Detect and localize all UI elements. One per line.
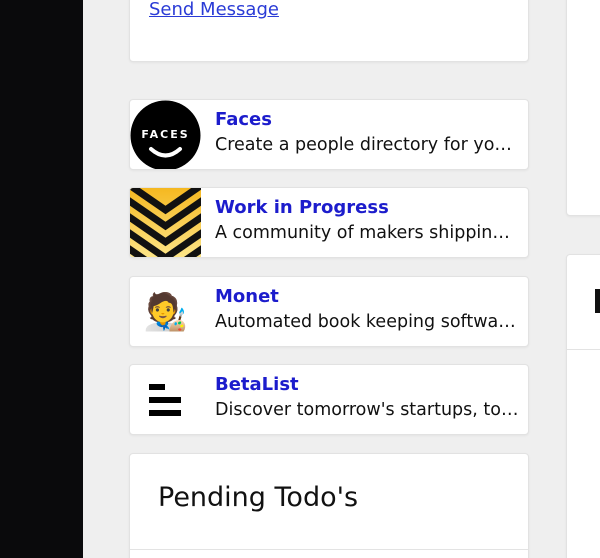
todo-title: Pending Todo's bbox=[158, 482, 359, 513]
product-card-betalist[interactable]: BetaList Discover tomorrow's startups, t… bbox=[129, 364, 529, 435]
faces-logo-text: FACES bbox=[141, 128, 189, 141]
product-card-work-in-progress[interactable]: Work in Progress A community of makers s… bbox=[129, 187, 529, 258]
right-column-card bbox=[566, 254, 600, 558]
artist-emoji-logo: 🧑‍🎨 bbox=[130, 277, 201, 346]
product-card-monet[interactable]: 🧑‍🎨 Monet Automated book keeping softwar… bbox=[129, 276, 529, 347]
product-name[interactable]: Monet bbox=[215, 286, 279, 307]
product-description: Discover tomorrow's startups, today bbox=[215, 400, 520, 420]
send-message-link[interactable]: Send Message bbox=[149, 0, 279, 20]
product-name[interactable]: Work in Progress bbox=[215, 197, 389, 218]
divider bbox=[130, 549, 528, 550]
message-card: Send Message bbox=[129, 0, 529, 62]
product-description: Automated book keeping software for free… bbox=[215, 312, 520, 332]
left-sidebar bbox=[0, 0, 83, 558]
faces-logo: FACES bbox=[130, 100, 201, 169]
betalist-bars-logo bbox=[130, 365, 201, 434]
product-card-faces[interactable]: FACES Faces Create a people directory fo… bbox=[129, 99, 529, 170]
artist-emoji: 🧑‍🎨 bbox=[143, 291, 188, 333]
product-description: Create a people directory for your compa… bbox=[215, 135, 520, 155]
todo-card: Pending Todo's bbox=[129, 453, 529, 558]
chevron-stripes-logo bbox=[130, 188, 201, 257]
product-name[interactable]: Faces bbox=[215, 109, 272, 130]
product-name[interactable]: BetaList bbox=[215, 374, 299, 395]
right-column-card bbox=[566, 0, 600, 216]
partial-heading-mark bbox=[595, 289, 600, 313]
product-description: A community of makers shipping together bbox=[215, 223, 520, 243]
divider bbox=[567, 349, 600, 350]
